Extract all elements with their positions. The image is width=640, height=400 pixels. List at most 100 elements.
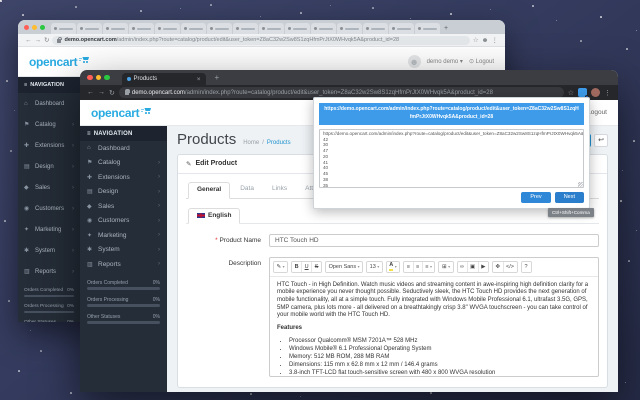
- bold-button[interactable]: B: [292, 262, 302, 272]
- browser-tab[interactable]: [415, 23, 440, 34]
- zoom-window-button[interactable]: [40, 25, 45, 30]
- browser-tab[interactable]: [363, 23, 388, 34]
- tab-links[interactable]: Links: [264, 182, 295, 198]
- help-button[interactable]: ?: [522, 262, 531, 272]
- breadcrumb-home[interactable]: Home: [243, 140, 259, 146]
- bookmark-star-icon[interactable]: ☆: [473, 36, 479, 44]
- sidebar-item-sales[interactable]: ◆Sales›: [18, 177, 80, 198]
- picture-button[interactable]: ▣: [468, 262, 479, 272]
- browser-tab[interactable]: [181, 23, 206, 34]
- back-nav-icon[interactable]: ←: [87, 89, 94, 96]
- underline-button[interactable]: U: [302, 262, 312, 272]
- sidebar-item-reports[interactable]: ▥Reports›: [18, 261, 80, 282]
- forward-nav-icon[interactable]: →: [98, 89, 105, 96]
- browser-tab[interactable]: [285, 23, 310, 34]
- next-button[interactable]: Next: [555, 192, 584, 203]
- sidebar-item-dashboard[interactable]: ⌂Dashboard: [80, 141, 167, 156]
- browser-tab[interactable]: [259, 23, 284, 34]
- ordered-list-button[interactable]: ≡: [414, 262, 423, 272]
- chevron-right-icon: ›: [72, 185, 74, 191]
- dashboard-icon: ⌂: [87, 145, 94, 151]
- opencart-logo[interactable]: opencart: [91, 106, 151, 120]
- lock-icon: [57, 39, 61, 43]
- font-size-dropdown[interactable]: 13▾: [367, 262, 382, 272]
- link-button[interactable]: ∞: [458, 262, 468, 272]
- prev-button[interactable]: Prev: [521, 192, 550, 203]
- back-button[interactable]: ↩: [594, 134, 608, 147]
- sidebar-item-catalog[interactable]: ⚑Catalog›: [80, 156, 167, 171]
- opencart-logo[interactable]: opencart: [29, 55, 89, 69]
- browser-tab[interactable]: [51, 23, 76, 34]
- sidebar-item-sales[interactable]: ◆Sales›: [80, 199, 167, 214]
- description-content[interactable]: HTC Touch - in High Definition. Watch mu…: [270, 277, 598, 376]
- logout-link[interactable]: ⊙ Logout: [469, 58, 494, 65]
- paragraph-align-button[interactable]: ≡▾: [423, 262, 435, 272]
- back-nav-icon[interactable]: ←: [25, 37, 32, 44]
- sidebar-item-customers[interactable]: ◉Customers›: [80, 214, 167, 229]
- video-button[interactable]: ▶: [479, 262, 488, 272]
- sidebar-item-system[interactable]: ✱System›: [18, 240, 80, 261]
- tab-data[interactable]: Data: [232, 182, 262, 198]
- sidebar-item-reports[interactable]: ▥Reports›: [80, 257, 167, 272]
- sidebar-item-extensions[interactable]: ✚Extensions›: [80, 170, 167, 185]
- unordered-list-button[interactable]: ≡: [404, 262, 413, 272]
- popup-textarea[interactable]: https://demo.opencart.com/admin/index.ph…: [319, 129, 584, 188]
- sidebar-item-customers[interactable]: ◉Customers›: [18, 198, 80, 219]
- browser-menu-icon[interactable]: ⋮: [492, 36, 499, 44]
- table-icon: ⊞: [442, 264, 447, 270]
- minimize-window-button[interactable]: [32, 25, 37, 30]
- forward-nav-icon[interactable]: →: [35, 37, 42, 44]
- reload-icon[interactable]: ↻: [109, 89, 115, 97]
- tab-english[interactable]: English: [188, 208, 240, 224]
- browser-tab[interactable]: [103, 23, 128, 34]
- bookmark-star-icon[interactable]: ☆: [568, 89, 574, 97]
- sidebar-item-design[interactable]: ▤Design›: [80, 185, 167, 200]
- user-menu[interactable]: demo demo ▾: [427, 58, 463, 65]
- sidebar-item-dashboard[interactable]: ⌂Dashboard: [18, 93, 80, 114]
- sidebar-item-system[interactable]: ✱System›: [80, 243, 167, 258]
- breadcrumb-products[interactable]: Products: [267, 140, 291, 146]
- sidebar-item-catalog[interactable]: ⚑Catalog›: [18, 114, 80, 135]
- code-view-button[interactable]: </>: [504, 262, 517, 272]
- style-dropdown-button[interactable]: ✎▾: [274, 262, 287, 272]
- sidebar-item-design[interactable]: ▤Design›: [18, 156, 80, 177]
- address-bar[interactable]: demo.opencart.com/admin/index.php?route=…: [52, 36, 469, 45]
- tab-title-placeholder: [267, 28, 281, 30]
- extensions-icon[interactable]: ☻: [482, 37, 489, 44]
- browser-tab-products[interactable]: Products ×: [122, 73, 206, 85]
- zoom-window-button[interactable]: [104, 75, 110, 81]
- browser-tab[interactable]: [311, 23, 336, 34]
- profile-avatar-icon[interactable]: [591, 88, 600, 97]
- sidebar-item-marketing[interactable]: ✦Marketing›: [80, 228, 167, 243]
- browser-tab[interactable]: [207, 23, 232, 34]
- strikethrough-button[interactable]: S: [312, 262, 321, 272]
- product-name-input[interactable]: HTC Touch HD: [269, 234, 599, 247]
- reload-icon[interactable]: ↻: [44, 36, 49, 44]
- browser-tab[interactable]: [233, 23, 258, 34]
- new-tab-button[interactable]: +: [215, 73, 220, 82]
- browser-menu-icon[interactable]: ⋮: [604, 89, 611, 97]
- fullscreen-button[interactable]: ✥: [493, 262, 504, 272]
- tab-title-placeholder: [163, 28, 177, 30]
- sidebar-item-marketing[interactable]: ✦Marketing›: [18, 219, 80, 240]
- extensions-icon: ✚: [87, 174, 94, 181]
- browser-tab[interactable]: [389, 23, 414, 34]
- tab-general[interactable]: General: [188, 182, 230, 199]
- font-family-dropdown[interactable]: Open Sans▾: [326, 262, 362, 272]
- browser-tab[interactable]: [155, 23, 180, 34]
- close-window-button[interactable]: [24, 25, 29, 30]
- sidebar-item-extensions[interactable]: ✚Extensions›: [18, 135, 80, 156]
- minimize-window-button[interactable]: [96, 75, 102, 81]
- table-button[interactable]: ⊞▾: [439, 262, 452, 272]
- new-tab-button[interactable]: +: [444, 25, 448, 32]
- url-extension-icon[interactable]: [578, 88, 587, 97]
- browser-tab[interactable]: [77, 23, 102, 34]
- user-avatar[interactable]: ☻: [408, 55, 421, 68]
- reports-icon: ▥: [87, 261, 94, 268]
- text-color-button[interactable]: A▾: [387, 262, 400, 272]
- browser-tab[interactable]: [337, 23, 362, 34]
- browser-tab[interactable]: [129, 23, 154, 34]
- system-icon: ✱: [87, 246, 94, 253]
- close-window-button[interactable]: [87, 75, 93, 81]
- close-tab-icon[interactable]: ×: [197, 76, 201, 83]
